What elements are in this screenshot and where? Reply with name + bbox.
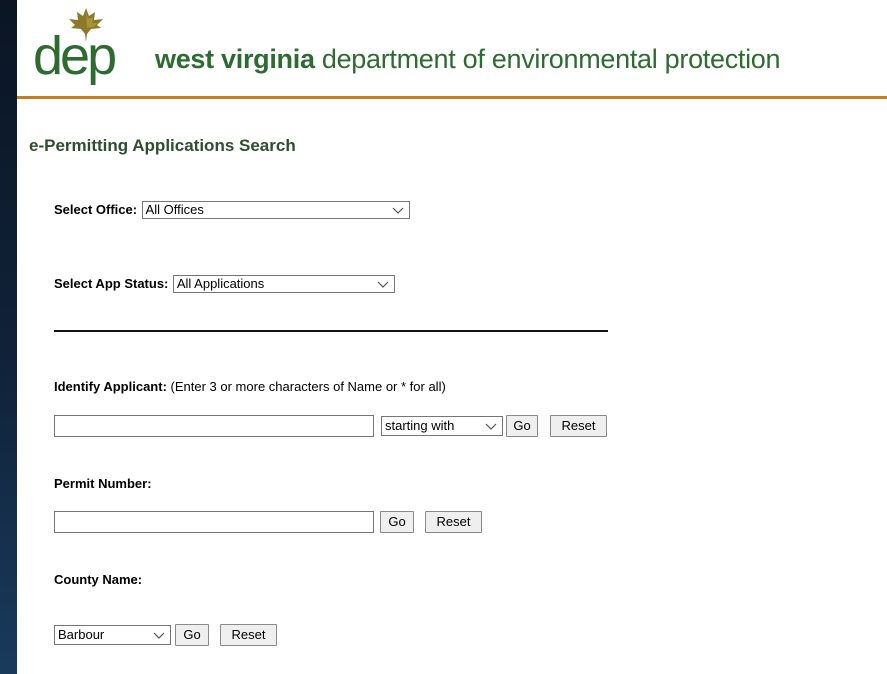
- app-status-select-value: All Applications: [176, 276, 265, 291]
- permit-reset-button[interactable]: Reset: [425, 511, 482, 533]
- app-status-label: Select App Status:: [54, 276, 169, 292]
- page-title: e-Permitting Applications Search: [29, 136, 296, 155]
- applicant-hint: (Enter 3 or more characters of Name or *…: [170, 379, 446, 394]
- office-select[interactable]: All Offices: [141, 201, 410, 219]
- office-row: Select Office: All Offices: [54, 201, 410, 219]
- app-status-row: Select App Status: All Applications: [54, 275, 395, 293]
- county-go-button[interactable]: Go: [175, 624, 209, 646]
- county-select-value: Barbour: [58, 627, 105, 642]
- chevron-down-icon: [153, 632, 165, 639]
- applicant-reset-button[interactable]: Reset: [550, 415, 607, 437]
- logo-text: dep: [33, 26, 117, 86]
- permit-number-input[interactable]: [54, 511, 374, 533]
- page: dep west virginia department of environm…: [17, 0, 887, 674]
- organization-name-rest: department of environmental protection: [314, 44, 781, 74]
- organization-name: west virginia department of environmenta…: [155, 44, 781, 75]
- office-select-value: All Offices: [145, 202, 204, 217]
- organization-name-bold: west virginia: [155, 44, 315, 74]
- permit-label-row: Permit Number:: [54, 476, 152, 491]
- applicant-label-row: Identify Applicant: (Enter 3 or more cha…: [54, 379, 446, 394]
- county-label: County Name:: [54, 572, 143, 587]
- chevron-down-icon: [377, 281, 389, 288]
- county-select[interactable]: Barbour: [54, 625, 171, 645]
- section-divider: [54, 330, 608, 332]
- applicant-match-select[interactable]: starting with: [381, 416, 503, 436]
- permit-label: Permit Number:: [54, 476, 152, 491]
- applicant-match-value: starting with: [385, 418, 455, 433]
- county-label-row: County Name:: [54, 572, 142, 587]
- office-label: Select Office:: [54, 202, 138, 218]
- chevron-down-icon: [485, 423, 497, 430]
- app-status-select[interactable]: All Applications: [172, 275, 395, 293]
- applicant-go-button[interactable]: Go: [506, 415, 538, 437]
- permit-go-button[interactable]: Go: [380, 511, 414, 533]
- header: dep west virginia department of environm…: [17, 0, 887, 99]
- applicant-name-input[interactable]: [54, 415, 374, 437]
- applicant-label: Identify Applicant:: [54, 379, 167, 394]
- chevron-down-icon: [392, 207, 403, 214]
- county-reset-button[interactable]: Reset: [220, 624, 277, 646]
